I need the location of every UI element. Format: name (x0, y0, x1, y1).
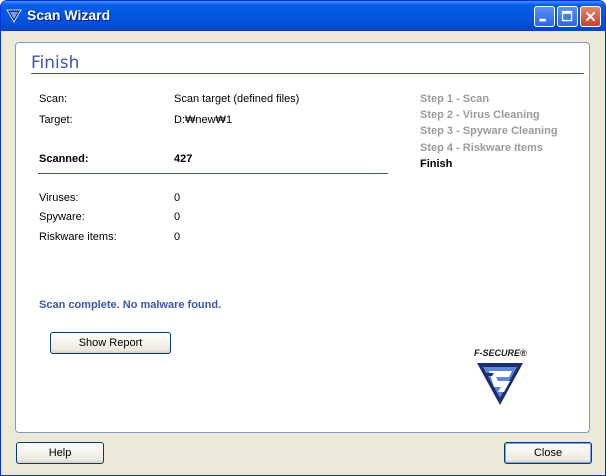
viruses-value: 0 (174, 192, 181, 204)
viruses-label: Viruses: (39, 192, 79, 204)
maximize-button[interactable] (557, 6, 578, 27)
maximize-icon (561, 10, 573, 22)
target-value: D:₩new₩1 (174, 114, 233, 126)
riskware-value: 0 (174, 231, 181, 243)
f-secure-logo-text: F-SECURE® (474, 348, 527, 358)
step-virus-cleaning: Step 2 - Virus Cleaning (420, 109, 540, 121)
target-label: Target: (39, 114, 73, 126)
spyware-label: Spyware: (39, 211, 85, 223)
step-riskware-items: Step 4 - Riskware Items (420, 142, 543, 154)
step-spyware-cleaning: Step 3 - Spyware Cleaning (420, 125, 558, 137)
close-icon (585, 11, 596, 22)
summary-divider (38, 173, 388, 174)
dialog-client-area: Finish Scan: Scan target (defined files)… (4, 31, 602, 472)
step-scan: Step 1 - Scan (420, 93, 490, 105)
close-window-button[interactable] (580, 6, 601, 27)
f-secure-shield-icon (477, 363, 523, 405)
scan-wizard-window: Scan Wizard Finish Scan: Scan target (de… (0, 0, 606, 476)
title-bar[interactable]: Scan Wizard (1, 1, 605, 31)
title-divider (31, 73, 584, 74)
minimize-button[interactable] (534, 6, 555, 27)
riskware-label: Riskware items: (39, 231, 117, 243)
spyware-value: 0 (174, 211, 181, 223)
scan-label: Scan: (39, 93, 68, 105)
content-panel: Finish Scan: Scan target (defined files)… (15, 42, 590, 433)
close-button[interactable]: Close (504, 442, 592, 464)
show-report-button[interactable]: Show Report (50, 332, 171, 354)
status-message: Scan complete. No malware found. (39, 299, 222, 311)
f-secure-app-icon (6, 9, 22, 23)
minimize-icon (539, 18, 546, 22)
help-button[interactable]: Help (16, 442, 104, 464)
window-title: Scan Wizard (27, 7, 111, 23)
scan-value: Scan target (defined files) (174, 93, 300, 105)
scanned-label: Scanned: (39, 153, 89, 165)
scanned-value: 427 (174, 153, 193, 165)
page-title: Finish (31, 53, 80, 73)
step-finish: Finish (420, 158, 453, 170)
f-secure-logo: F-SECURE® (474, 348, 544, 410)
